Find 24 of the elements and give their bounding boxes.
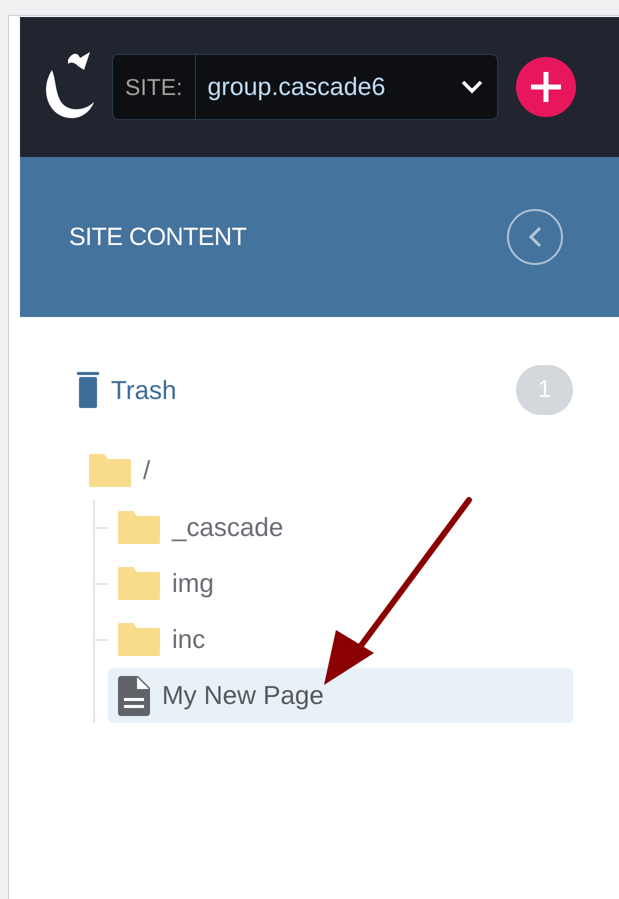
plus-icon <box>529 70 563 104</box>
tree-row[interactable]: img <box>108 556 573 611</box>
folder-icon <box>118 511 160 544</box>
trash-link[interactable]: Trash <box>77 372 176 408</box>
tree-item-label: My New Page <box>162 680 324 711</box>
site-selector[interactable]: SITE: group.cascade6 <box>112 54 498 120</box>
tree-item-label: inc <box>172 624 206 655</box>
trash-icon <box>77 372 99 408</box>
folder-icon <box>118 567 160 600</box>
site-label: SITE: <box>113 55 196 119</box>
tree-item[interactable]: / <box>143 454 150 486</box>
tree-row[interactable]: inc <box>108 612 573 667</box>
document-icon <box>118 676 150 716</box>
collapse-button[interactable] <box>507 209 563 265</box>
selected-tree-item[interactable]: My New Page <box>108 668 573 723</box>
site-dropdown[interactable]: group.cascade6 <box>196 55 497 119</box>
chevron-down-icon <box>461 80 483 94</box>
chevron-left-icon <box>527 225 543 249</box>
tree-row[interactable]: _cascade <box>108 500 573 555</box>
tree-item-label: _cascade <box>172 512 284 543</box>
folder-icon <box>118 623 160 656</box>
folder-icon <box>89 454 131 486</box>
panel-title: SITE CONTENT <box>69 222 246 252</box>
tree-item-label: img <box>172 568 214 599</box>
